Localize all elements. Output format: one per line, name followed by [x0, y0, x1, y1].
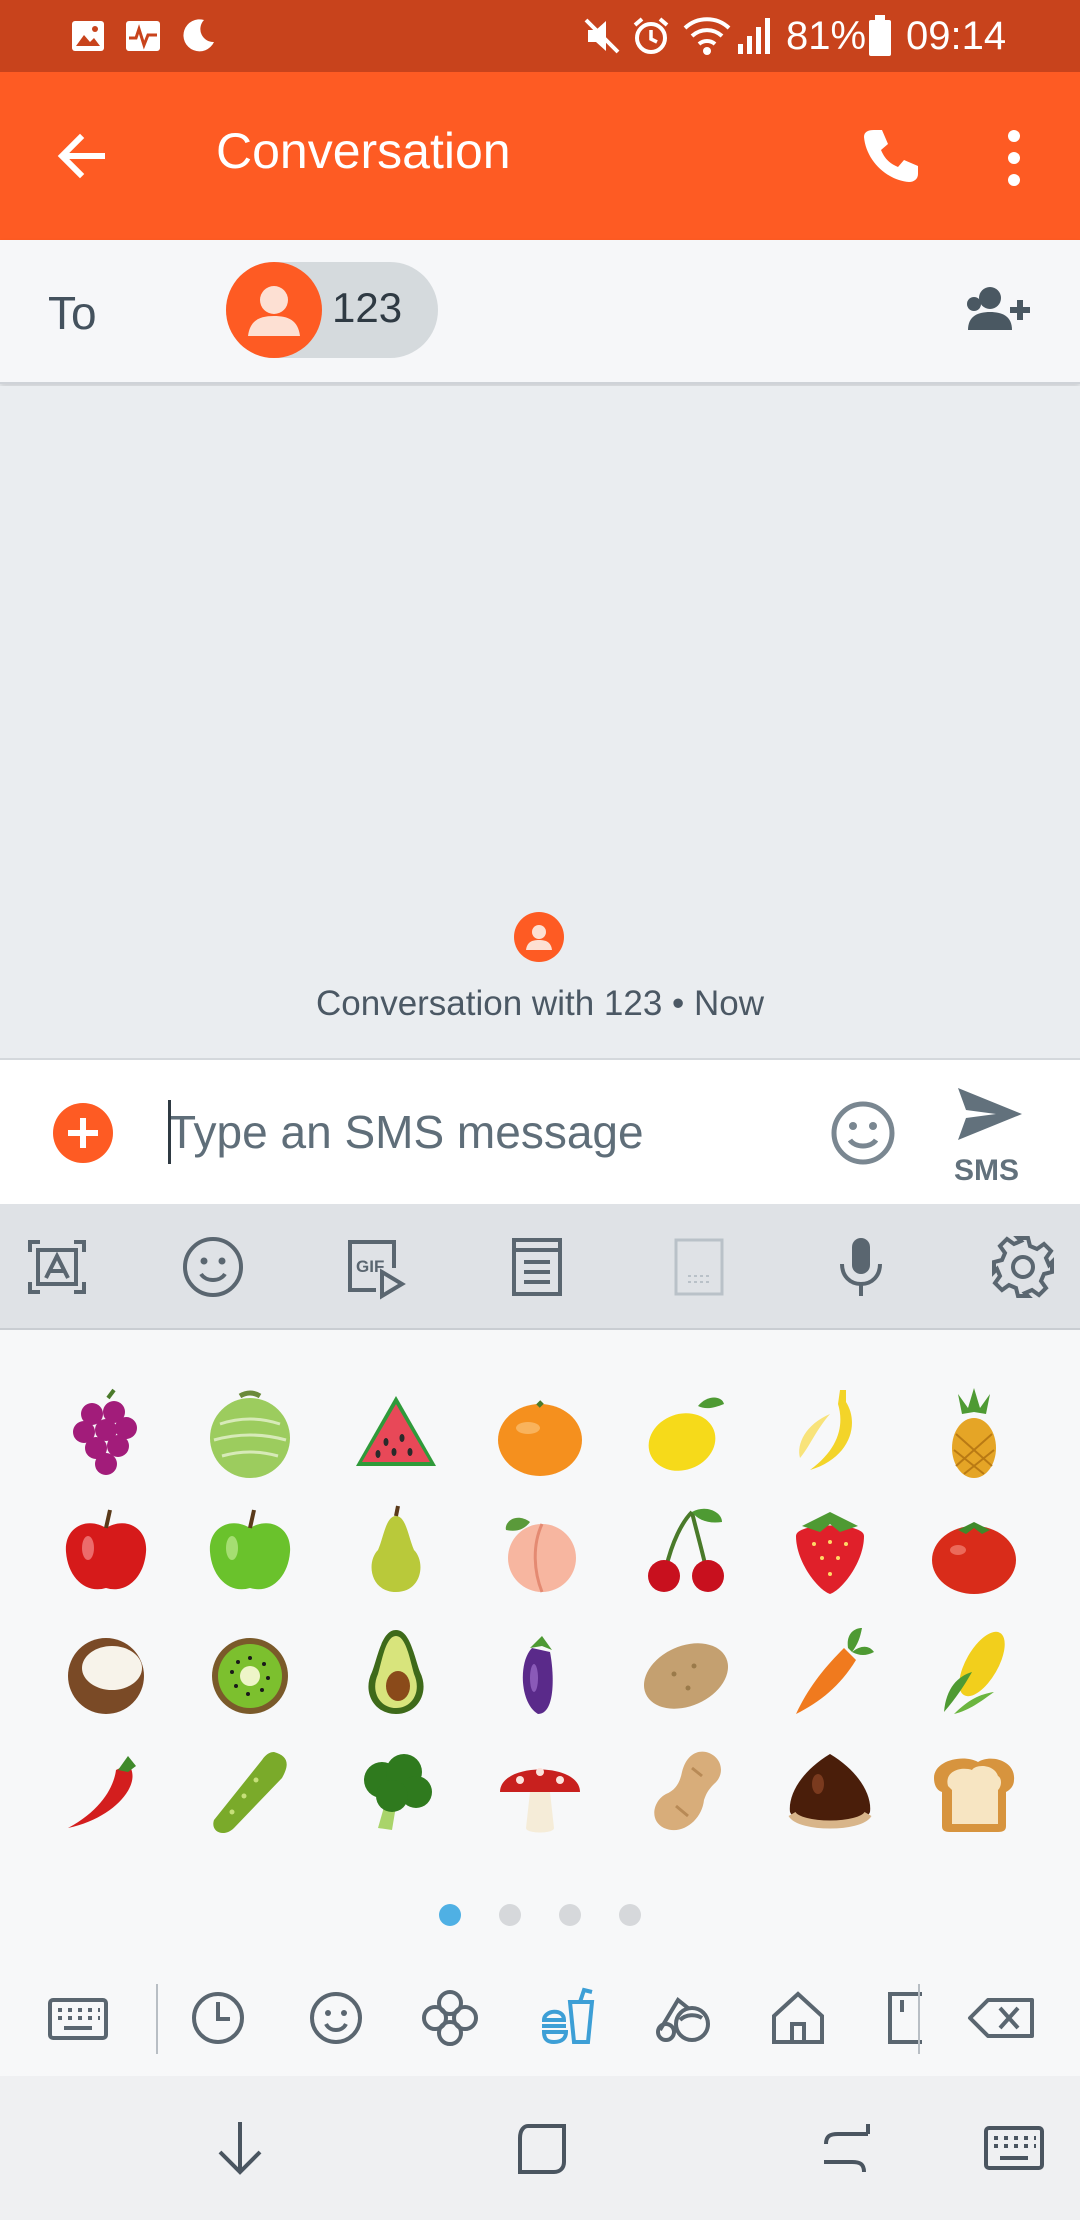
emoji-hot-pepper[interactable]	[56, 1742, 156, 1842]
avatar	[226, 262, 322, 358]
person-icon	[248, 286, 300, 336]
recipient-chip-label: 123	[332, 284, 403, 331]
emoji-avocado[interactable]	[346, 1622, 446, 1722]
emoji-grapes[interactable]	[56, 1384, 156, 1484]
pulse-icon	[126, 21, 160, 51]
back-arrow-icon[interactable]	[52, 126, 112, 186]
page-indicator-3[interactable]	[559, 1904, 581, 1926]
navigation-bar	[0, 2076, 1080, 2220]
emoji-watermelon[interactable]	[346, 1384, 446, 1484]
page-indicator-2[interactable]	[499, 1904, 521, 1926]
page-title: Conversation	[216, 123, 511, 179]
emoji-peach[interactable]	[490, 1502, 590, 1602]
contact-avatar-icon	[514, 912, 564, 962]
divider	[918, 1984, 920, 2054]
emoji-pineapple[interactable]	[924, 1384, 1024, 1484]
page-indicator-4[interactable]	[619, 1904, 641, 1926]
page-indicator-1[interactable]	[439, 1904, 461, 1926]
wifi-icon	[683, 17, 731, 55]
message-input[interactable]	[168, 1094, 788, 1170]
emoji-kiwi[interactable]	[200, 1622, 300, 1722]
phone-icon[interactable]	[858, 124, 922, 188]
text-cursor	[168, 1100, 171, 1164]
handwriting-icon[interactable]	[666, 1234, 732, 1300]
back-icon[interactable]	[812, 2114, 880, 2182]
hide-keyboard-icon[interactable]	[206, 2114, 274, 2182]
keyboard-toolbar: GIF	[0, 1204, 1080, 1328]
emoji-strawberry[interactable]	[780, 1502, 880, 1602]
status-bar: 81% 09:14	[0, 0, 1080, 72]
emoji-coconut[interactable]	[56, 1622, 156, 1722]
moon-icon	[183, 19, 214, 52]
battery-icon	[869, 15, 891, 56]
emoji-potato[interactable]	[636, 1622, 736, 1722]
keyboard-switch-icon[interactable]	[980, 2114, 1048, 2182]
emoji-panel	[0, 1328, 1080, 2076]
emoji-chestnut[interactable]	[780, 1742, 880, 1842]
compose-bar: SMS	[0, 1058, 1080, 1204]
emoji-corn[interactable]	[924, 1622, 1024, 1722]
battery-percent: 81%	[786, 14, 867, 58]
emoji-icon[interactable]	[180, 1234, 246, 1300]
more-vertical-icon[interactable]	[996, 128, 1032, 188]
emoji-icon[interactable]	[830, 1100, 896, 1166]
divider	[156, 1984, 158, 2054]
emoji-tomato[interactable]	[924, 1502, 1024, 1602]
mute-icon	[584, 18, 620, 54]
app-bar: Conversation	[0, 72, 1080, 240]
emoji-banana[interactable]	[780, 1384, 880, 1484]
alarm-icon	[633, 17, 669, 54]
keyboard-icon[interactable]	[46, 1986, 110, 2050]
to-label: To	[48, 287, 97, 339]
emoji-melon[interactable]	[200, 1384, 300, 1484]
attach-plus-icon[interactable]	[52, 1102, 114, 1164]
emoji-cucumber[interactable]	[200, 1742, 300, 1842]
microphone-icon[interactable]	[828, 1234, 894, 1300]
gallery-icon	[72, 21, 104, 51]
recipient-row: To 123	[0, 240, 1080, 384]
emoji-lemon[interactable]	[636, 1384, 736, 1484]
signal-icon	[738, 18, 770, 54]
recents-icon[interactable]	[508, 2114, 576, 2182]
clock: 09:14	[906, 14, 1007, 58]
emoji-eggplant[interactable]	[490, 1622, 590, 1722]
clipboard-icon[interactable]	[504, 1234, 570, 1300]
emoji-peanuts[interactable]	[636, 1742, 736, 1842]
emoji-broccoli[interactable]	[346, 1742, 446, 1842]
recent-icon[interactable]	[186, 1986, 250, 2050]
emoji-carrot[interactable]	[780, 1622, 880, 1722]
send-icon[interactable]	[956, 1084, 1024, 1144]
settings-icon[interactable]	[990, 1234, 1056, 1300]
emoji-category-bar	[0, 1966, 1080, 2076]
nature-icon[interactable]	[418, 1986, 482, 2050]
conversation-area: Conversation with 123 • Now	[0, 386, 1080, 1058]
emoji-green-apple[interactable]	[200, 1502, 300, 1602]
food-icon[interactable]	[534, 1986, 598, 2050]
text-recognition-icon[interactable]	[24, 1234, 90, 1300]
emoji-mushroom[interactable]	[490, 1742, 590, 1842]
backspace-icon[interactable]	[966, 1986, 1038, 2050]
add-contact-icon[interactable]	[956, 282, 1036, 342]
places-icon[interactable]	[766, 1986, 830, 2050]
gif-icon[interactable]: GIF	[342, 1234, 408, 1300]
conversation-info: Conversation with 123 • Now	[315, 984, 765, 1023]
smileys-icon[interactable]	[304, 1986, 368, 2050]
send-label[interactable]: SMS	[954, 1154, 1019, 1188]
emoji-red-apple[interactable]	[56, 1502, 156, 1602]
recipient-chip[interactable]: 123	[226, 262, 438, 358]
activity-icon[interactable]	[650, 1986, 714, 2050]
emoji-cherries[interactable]	[636, 1502, 736, 1602]
emoji-tangerine[interactable]	[490, 1384, 590, 1484]
objects-icon[interactable]	[882, 1986, 922, 2050]
emoji-pear[interactable]	[346, 1502, 446, 1602]
emoji-bread[interactable]	[924, 1742, 1024, 1842]
